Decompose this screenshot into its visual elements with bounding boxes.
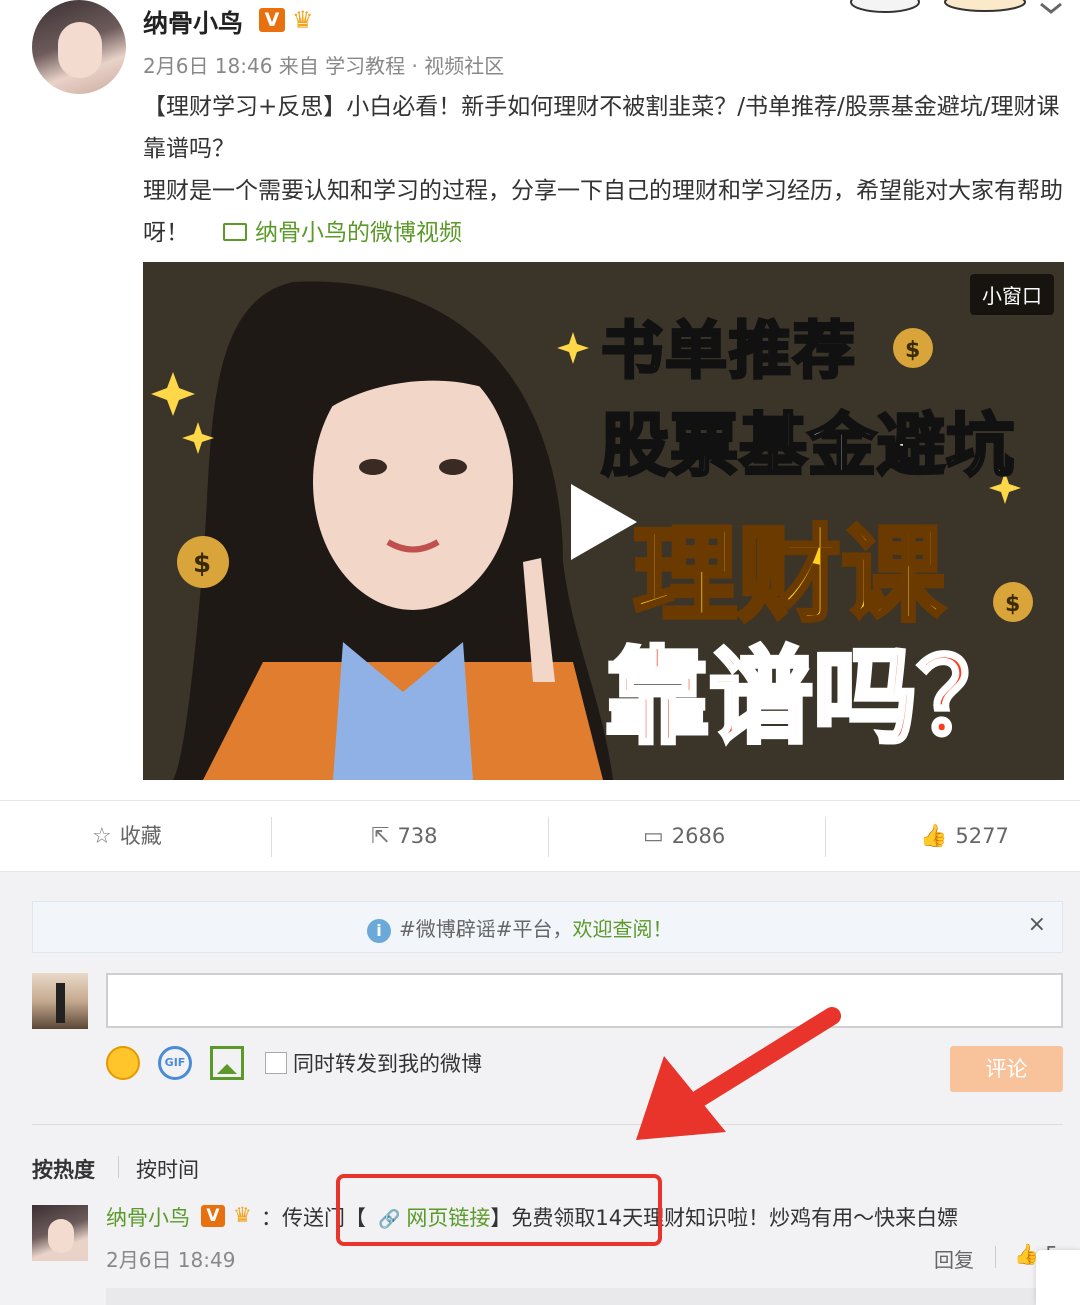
video-title-1: 书单推荐: [599, 313, 858, 389]
emoji-icon[interactable]: [106, 1046, 140, 1080]
svg-text:$: $: [905, 338, 920, 363]
annotation-highlight-box: [336, 1174, 662, 1246]
divider: [548, 817, 549, 857]
divider: [118, 1156, 119, 1178]
video-title-2: 股票基金避坑: [599, 406, 1016, 488]
video-link[interactable]: 纳骨小鸟的微博视频: [223, 220, 462, 246]
post-actions-bar: ☆ 收藏 ⇱ 738 ▭ 2686 👍 5277: [0, 800, 1080, 872]
gif-icon[interactable]: GIF: [158, 1046, 192, 1080]
post-text-line1: 【理财学习+反思】小白必看！新手如何理财不被割韭菜？/书单推荐/股票基金避坑/理…: [143, 94, 1060, 162]
video-link-label: 纳骨小鸟的微博视频: [255, 220, 462, 246]
vip-crown-icon: ♛: [233, 1203, 252, 1227]
repost-count: 738: [397, 824, 438, 848]
vip-crown-icon: ♛: [292, 6, 314, 34]
section-divider: [32, 1124, 1063, 1125]
decorative-sticker: [850, 0, 1062, 14]
image-icon[interactable]: [210, 1046, 244, 1080]
rumor-notice-banner: i #微博辟谣#平台，欢迎查阅！ ×: [32, 901, 1063, 953]
repost-checkbox-label: 同时转发到我的微博: [293, 1052, 482, 1076]
info-icon: i: [367, 918, 391, 943]
verified-badge-icon: V: [201, 1205, 225, 1227]
play-icon[interactable]: [571, 484, 637, 560]
author-name[interactable]: 纳骨小鸟: [143, 4, 243, 40]
repost-checkbox[interactable]: [265, 1052, 287, 1074]
comment-timestamp: 2月6日 18:49: [106, 1248, 236, 1272]
weibo-post: 纳骨小鸟 V ♛ 2月6日 18:46 来自 学习教程 · 视频社区 【理财学习…: [0, 0, 1080, 800]
comment-icon: ▭: [643, 824, 664, 849]
notice-link[interactable]: 欢迎查阅！: [573, 917, 673, 941]
mini-window-button[interactable]: 小窗口: [970, 274, 1054, 315]
avatar-face: [48, 1219, 74, 1253]
verified-badge-icon: V: [259, 8, 285, 32]
my-avatar[interactable]: [32, 973, 88, 1029]
submit-comment-button[interactable]: 评论: [950, 1046, 1063, 1092]
thumbs-up-icon: 👍: [920, 824, 948, 849]
video-title-4: 靠谱吗？: [603, 634, 1023, 760]
comment-input[interactable]: [106, 973, 1063, 1028]
reply-button[interactable]: 回复: [934, 1244, 974, 1273]
divider: [825, 817, 826, 857]
sort-by-time-tab[interactable]: 按时间: [136, 1154, 199, 1184]
svg-text:$: $: [193, 549, 211, 579]
floating-button[interactable]: [1036, 1250, 1080, 1305]
post-meta: 2月6日 18:46 来自 学习教程 · 视频社区: [143, 54, 505, 78]
commenter-avatar[interactable]: [32, 1205, 88, 1261]
notice-content: i #微博辟谣#平台，欢迎查阅！: [367, 913, 673, 943]
like-count: 5277: [955, 824, 1009, 848]
author-avatar[interactable]: [32, 0, 126, 94]
post-body: 【理财学习+反思】小白必看！新手如何理财不被割韭菜？/书单推荐/股票基金避坑/理…: [143, 86, 1063, 254]
video-player[interactable]: $ $ $ 书单推荐 股票基金避坑 理财课 靠谱吗？ 小窗口: [143, 262, 1064, 780]
favorite-label: 收藏: [119, 824, 162, 848]
sub-comment-area: [106, 1288, 1063, 1305]
favorite-button[interactable]: ☆ 收藏: [92, 801, 162, 871]
close-icon[interactable]: ×: [1028, 912, 1046, 937]
avatar-face: [58, 22, 102, 78]
repost-button[interactable]: ⇱ 738: [371, 801, 438, 871]
star-icon: ☆: [92, 824, 112, 849]
commenter-name[interactable]: 纳骨小鸟: [106, 1202, 190, 1232]
divider: [271, 817, 272, 857]
sort-by-hot-tab[interactable]: 按热度: [32, 1154, 95, 1184]
notice-text: #微博辟谣#平台，: [399, 917, 573, 941]
comment-count: 2686: [671, 824, 726, 848]
post-text-line2: 理财是一个需要认知和学习的过程，分享一下自己的理财和学习经历，希望能对大家有帮助…: [143, 170, 1063, 254]
divider: [995, 1246, 996, 1268]
like-button[interactable]: 👍 5277: [920, 801, 1009, 871]
comment-button[interactable]: ▭ 2686: [643, 801, 725, 871]
share-icon: ⇱: [371, 824, 390, 849]
video-icon: [223, 222, 247, 241]
avatar-figure: [56, 983, 65, 1023]
